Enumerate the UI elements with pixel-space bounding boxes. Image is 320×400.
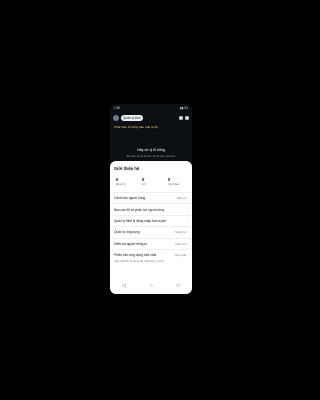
hero-line2: Hãy xử lý lỗ hổng xyxy=(137,148,165,152)
home-icon[interactable]: ○ xyxy=(150,283,153,289)
avatar[interactable] xyxy=(113,115,119,121)
stat-3: 0 Cảnh báo xyxy=(168,177,186,186)
list-item-value: Cập nhật xyxy=(174,253,186,258)
header-pill[interactable]: Quản lý Đơn xyxy=(121,115,144,121)
stat-1-number: 0 xyxy=(116,177,119,182)
stat-3-number: 0 xyxy=(168,177,171,182)
stat-2: 0 Lỗi xyxy=(142,177,160,186)
stat-3-label: Cảnh báo xyxy=(168,183,180,186)
list-item-value: Bảo vệ xyxy=(177,196,186,201)
list-item-label: Cảnh báo người dùng xyxy=(114,196,146,201)
chevron-right-icon: › xyxy=(186,253,188,258)
stat-1-label: Đã xử lý xyxy=(116,183,126,186)
stats: 0 Đã xử lý 0 Lỗi 0 Cảnh báo xyxy=(110,171,192,186)
list-item-value: Kiểm tra xyxy=(175,241,186,246)
status-bar: 1:50 ▮▮ 51 xyxy=(110,106,192,114)
phone-screen: 1:50 ▮▮ 51 Quản lý Đơn Phát hiện lỗ hổng… xyxy=(110,104,192,294)
list-item[interactable]: Phiên bản ứng dụng mới nhất Cập nhật› xyxy=(110,248,192,260)
list-item-label: Phiên bản ứng dụng mới nhất xyxy=(114,253,157,258)
sheet-title: Giới thiệu hệ xyxy=(114,166,140,171)
list-item-description: Cập nhật để sử dụng tốt nhất (Gợi ý mới) xyxy=(114,260,164,264)
list-item[interactable]: Kiểm tra quyền riêng tư Kiểm tra› xyxy=(110,237,192,249)
hero-line3: Để bảo vệ tài khoản và dữ liệu của bạn xyxy=(126,154,176,158)
header-icons xyxy=(179,116,189,120)
chevron-right-icon: › xyxy=(186,218,188,223)
list-item-value: Thông tin xyxy=(174,230,186,235)
list-item-label: Kiểm tra quyền riêng tư xyxy=(114,241,148,246)
stat-2-label: Lỗi xyxy=(142,183,146,186)
stat-1: 0 Đã xử lý xyxy=(116,177,134,186)
list-item-label: Quản lý ứng dụng xyxy=(114,230,140,235)
stat-2-number: 0 xyxy=(142,177,145,182)
list-item-label: Báo cáo lỗi và phản hồi người dùng xyxy=(114,207,165,212)
status-right: ▮▮ 51 xyxy=(180,106,188,110)
chevron-right-icon: › xyxy=(186,241,188,246)
list-item[interactable]: Quản lý thiết bị đăng nhập trực tuyến › xyxy=(110,214,192,226)
bottom-sheet: Giới thiệu hệ 0 Đã xử lý 0 Lỗi 0 Cảnh bá… xyxy=(110,161,192,294)
app-header: Quản lý Đơn xyxy=(113,114,189,122)
hero: · · · Hãy xử lý lỗ hổng Để bảo vệ tài kh… xyxy=(110,142,192,158)
chevron-right-icon: › xyxy=(186,196,188,201)
android-navigation-bar: ◁ ○ □ xyxy=(110,281,192,291)
list-item-label: Quản lý thiết bị đăng nhập trực tuyến xyxy=(114,218,167,223)
recent-apps-icon[interactable]: □ xyxy=(177,283,180,289)
chevron-right-icon: › xyxy=(186,230,188,235)
list-item[interactable]: Báo cáo lỗi và phản hồi người dùng › xyxy=(110,203,192,214)
settings-icon[interactable] xyxy=(185,116,189,120)
list-item[interactable]: Quản lý ứng dụng Thông tin› xyxy=(110,226,192,237)
chevron-right-icon: › xyxy=(186,207,188,212)
vulnerability-banner[interactable]: Phát hiện lỗ hổng bảo mật (2 lỗ) xyxy=(114,125,188,129)
status-time: 1:50 xyxy=(114,106,121,110)
settings-list: Cảnh báo người dùng Bảo vệ› Báo cáo lỗi … xyxy=(110,192,192,267)
hero-line1: · · · xyxy=(148,142,154,146)
back-icon[interactable]: ◁ xyxy=(122,283,126,289)
list-item[interactable]: Cảnh báo người dùng Bảo vệ› xyxy=(110,192,192,203)
notification-icon[interactable] xyxy=(179,116,183,120)
